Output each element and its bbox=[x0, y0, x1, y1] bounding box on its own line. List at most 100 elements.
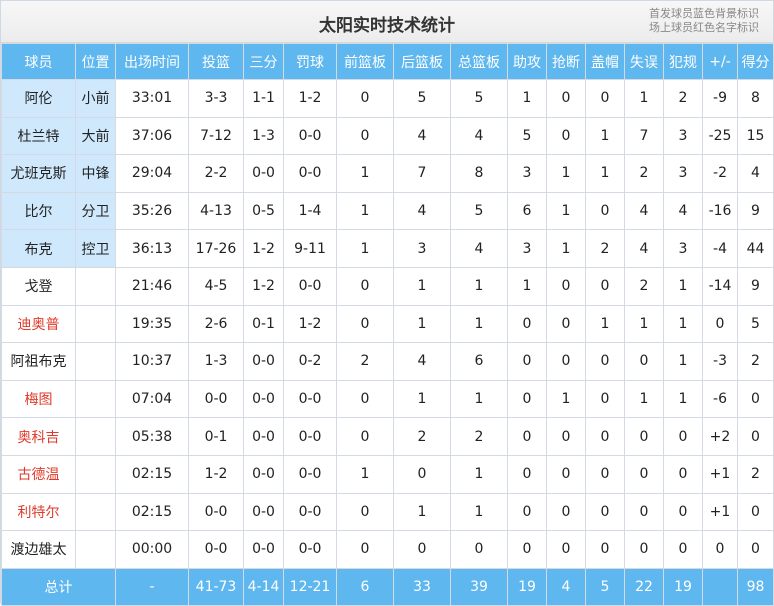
cell-reb: 4 bbox=[450, 116, 508, 156]
cell-fg: 0-0 bbox=[188, 492, 244, 532]
totals-cell: 4-14 bbox=[243, 567, 284, 606]
cell-player[interactable]: 奥科吉 bbox=[1, 417, 76, 456]
table-row: 比尔 分卫 35:26 4-13 0-5 1-4 1 4 5 6 1 0 4 4 -16 9 bbox=[1, 191, 774, 231]
cell-stl: 0 bbox=[546, 266, 586, 306]
cell-player[interactable]: 利特尔 bbox=[1, 492, 76, 532]
cell-fg: 7-12 bbox=[188, 116, 244, 156]
cell-tov: 4 bbox=[624, 229, 664, 268]
cell-reb: 1 bbox=[450, 304, 508, 344]
cell-player[interactable]: 迪奥普 bbox=[1, 304, 76, 344]
cell-reb: 5 bbox=[450, 79, 508, 118]
title-bar: 太阳实时技术统计 首发球员蓝色背景标识 场上球员红色名字标识 bbox=[1, 1, 773, 43]
table-body: 阿伦 小前 33:01 3-3 1-1 1-2 0 5 5 1 0 0 1 2 -9 8 杜兰特 大前 37:06 7… bbox=[1, 79, 774, 569]
totals-cell bbox=[702, 567, 738, 606]
column-header-reb: 总篮板 bbox=[450, 43, 508, 80]
cell-oreb: 1 bbox=[336, 191, 394, 231]
legend-notes: 首发球员蓝色背景标识 场上球员红色名字标识 bbox=[649, 7, 759, 35]
cell-pts: 2 bbox=[737, 342, 774, 381]
column-header-fg: 投篮 bbox=[188, 43, 244, 80]
totals-cell: 12-21 bbox=[283, 567, 337, 606]
cell-blk: 0 bbox=[585, 79, 625, 118]
cell-oreb: 0 bbox=[336, 492, 394, 532]
cell-oreb: 2 bbox=[336, 342, 394, 381]
cell-player[interactable]: 阿伦 bbox=[1, 79, 76, 118]
column-header-tov: 失误 bbox=[624, 43, 664, 80]
cell-oreb: 0 bbox=[336, 304, 394, 344]
cell-pts: 9 bbox=[737, 266, 774, 306]
cell-plus-minus: -14 bbox=[702, 266, 738, 306]
cell-player[interactable]: 古德温 bbox=[1, 454, 76, 494]
cell-ast: 6 bbox=[507, 191, 547, 231]
cell-three-pt: 0-1 bbox=[243, 304, 284, 344]
cell-blk: 1 bbox=[585, 154, 625, 193]
cell-plus-minus: -6 bbox=[702, 379, 738, 419]
cell-stl: 0 bbox=[546, 454, 586, 494]
column-header-pf: 犯规 bbox=[663, 43, 703, 80]
cell-fg: 1-2 bbox=[188, 454, 244, 494]
cell-minutes: 29:04 bbox=[115, 154, 189, 193]
cell-ft: 1-4 bbox=[283, 191, 337, 231]
cell-reb: 5 bbox=[450, 191, 508, 231]
cell-dreb: 0 bbox=[393, 454, 451, 494]
note-starter: 首发球员蓝色背景标识 bbox=[649, 7, 759, 20]
cell-pf: 3 bbox=[663, 154, 703, 193]
cell-plus-minus: -2 bbox=[702, 154, 738, 193]
cell-reb: 1 bbox=[450, 379, 508, 419]
cell-pts: 15 bbox=[737, 116, 774, 156]
table-row: 杜兰特 大前 37:06 7-12 1-3 0-0 0 4 4 5 0 1 7 3 -25 15 bbox=[1, 116, 774, 156]
cell-blk: 0 bbox=[585, 342, 625, 381]
cell-position: 中锋 bbox=[75, 154, 116, 193]
column-header-ft: 罚球 bbox=[283, 43, 337, 80]
cell-ft: 0-0 bbox=[283, 154, 337, 193]
totals-cell: 4 bbox=[546, 567, 586, 606]
cell-ft: 0-2 bbox=[283, 342, 337, 381]
cell-ft: 0-0 bbox=[283, 116, 337, 156]
cell-stl: 1 bbox=[546, 191, 586, 231]
cell-player[interactable]: 阿祖布克 bbox=[1, 342, 76, 381]
cell-three-pt: 0-0 bbox=[243, 342, 284, 381]
cell-oreb: 1 bbox=[336, 229, 394, 268]
cell-oreb: 0 bbox=[336, 379, 394, 419]
cell-player[interactable]: 渡边雄太 bbox=[1, 530, 76, 569]
cell-dreb: 1 bbox=[393, 266, 451, 306]
cell-oreb: 0 bbox=[336, 266, 394, 306]
table-header-row: 球员 位置 出场时间 投篮 三分 罚球 前篮板 后篮板 总篮板 助攻 抢断 盖帽 失误 犯规 +/- 得分 bbox=[1, 43, 774, 80]
table-row: 布克 控卫 36:13 17-26 1-2 9-11 1 3 4 3 1 2 4 3 -4 44 bbox=[1, 229, 774, 268]
cell-stl: 0 bbox=[546, 417, 586, 456]
cell-dreb: 1 bbox=[393, 304, 451, 344]
cell-player[interactable]: 梅图 bbox=[1, 379, 76, 419]
cell-minutes: 35:26 bbox=[115, 191, 189, 231]
cell-player[interactable]: 布克 bbox=[1, 229, 76, 268]
cell-player[interactable]: 比尔 bbox=[1, 191, 76, 231]
table-row: 梅图 07:04 0-0 0-0 0-0 0 1 1 0 1 0 1 1 -6 0 bbox=[1, 379, 774, 419]
cell-pf: 4 bbox=[663, 191, 703, 231]
note-oncourt: 场上球员红色名字标识 bbox=[649, 21, 759, 34]
cell-ast: 1 bbox=[507, 266, 547, 306]
cell-fg: 2-6 bbox=[188, 304, 244, 344]
cell-plus-minus: -3 bbox=[702, 342, 738, 381]
column-header-minutes: 出场时间 bbox=[115, 43, 189, 80]
cell-player[interactable]: 戈登 bbox=[1, 266, 76, 306]
cell-pf: 3 bbox=[663, 229, 703, 268]
cell-dreb: 4 bbox=[393, 342, 451, 381]
cell-position bbox=[75, 454, 116, 494]
cell-tov: 2 bbox=[624, 266, 664, 306]
cell-pf: 0 bbox=[663, 492, 703, 532]
cell-blk: 0 bbox=[585, 191, 625, 231]
cell-ast: 0 bbox=[507, 379, 547, 419]
cell-player[interactable]: 杜兰特 bbox=[1, 116, 76, 156]
cell-tov: 0 bbox=[624, 530, 664, 569]
cell-ast: 3 bbox=[507, 229, 547, 268]
totals-cell: 19 bbox=[663, 567, 703, 606]
cell-reb: 4 bbox=[450, 229, 508, 268]
table-row: 阿祖布克 10:37 1-3 0-0 0-2 2 4 6 0 0 0 0 1 -3 2 bbox=[1, 342, 774, 381]
cell-stl: 1 bbox=[546, 229, 586, 268]
cell-minutes: 21:46 bbox=[115, 266, 189, 306]
cell-player[interactable]: 尤班克斯 bbox=[1, 154, 76, 193]
cell-stl: 0 bbox=[546, 116, 586, 156]
cell-dreb: 5 bbox=[393, 79, 451, 118]
cell-dreb: 4 bbox=[393, 191, 451, 231]
cell-plus-minus: 0 bbox=[702, 304, 738, 344]
cell-plus-minus: +1 bbox=[702, 492, 738, 532]
cell-ft: 9-11 bbox=[283, 229, 337, 268]
